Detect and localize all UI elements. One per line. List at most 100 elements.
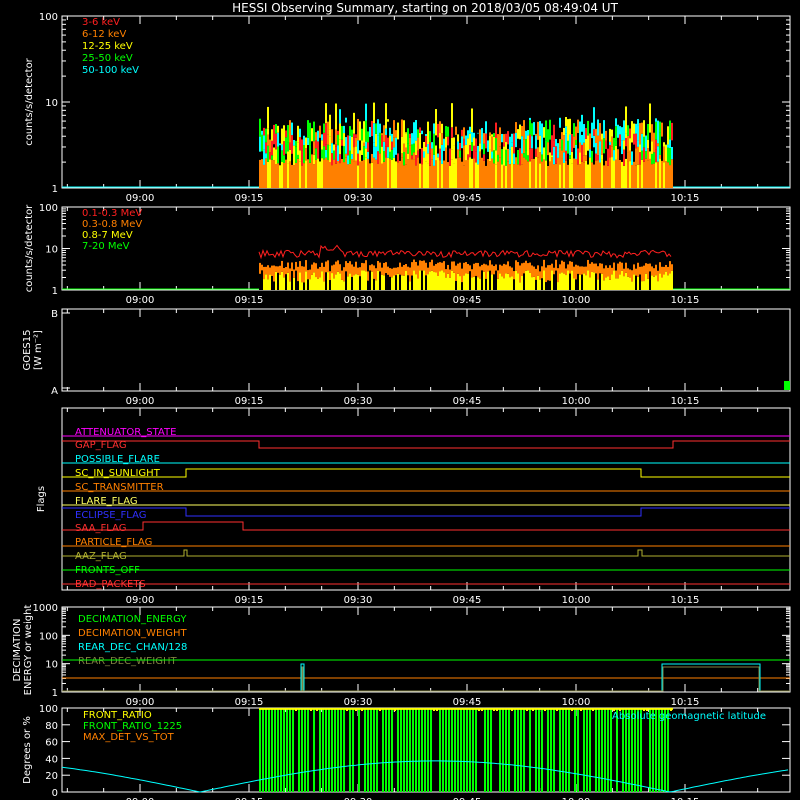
lightcurve-low-data-bar [455, 134, 457, 149]
lightcurve-low-data-bar [627, 152, 629, 162]
lightcurve-high-data-bar-mid [293, 269, 295, 278]
lightcurve-low-data-bar [469, 126, 471, 134]
lightcurve-low-data-bar [451, 149, 453, 160]
lightcurve-low-data-bar [335, 163, 337, 188]
lightcurve-high-data-bar [587, 270, 589, 290]
ratios-data-bar [286, 708, 288, 792]
lightcurve-low-data-bar [427, 144, 429, 154]
lightcurve-high-data-bar [583, 273, 585, 290]
lightcurve-high-data-bar-mid [627, 268, 629, 277]
lightcurve-low-data-bar [639, 152, 641, 165]
lightcurve-high-data-bar [339, 273, 341, 290]
lightcurve-low-data-bar [403, 165, 405, 188]
lightcurve-low-data-bar [343, 133, 345, 147]
lightcurve-low-data-bar [627, 161, 629, 188]
lightcurve-low-data-bar [477, 164, 479, 188]
lightcurve-high-data-bar-mid [305, 260, 307, 272]
lightcurve-high-data-bar [479, 278, 481, 290]
lightcurve-low-data-bar [339, 123, 341, 140]
ratios-data-bar [370, 708, 372, 792]
lightcurve-low-data-bar [503, 165, 505, 188]
ratios-data-bar [274, 708, 276, 792]
lightcurve-high-data-bar [285, 274, 287, 290]
lightcurve-low-data-bar [395, 161, 397, 188]
lightcurve-high-data-bar [665, 271, 667, 290]
ratios-data-bar [451, 708, 453, 792]
lightcurve-high-data-bar-mid [263, 266, 265, 280]
lightcurve-low-data-bar [349, 135, 351, 151]
lightcurve-high-data-bar [611, 274, 613, 290]
lightcurve-high-data-bar-mid [495, 264, 497, 271]
lightcurve-low-data-bar [573, 123, 575, 137]
ratios-data-bar [442, 708, 444, 792]
lightcurve-high-data-bar [421, 270, 423, 290]
lightcurve-low-data-bar [657, 120, 659, 144]
lightcurve-high-data-bar-mid [597, 266, 599, 280]
lightcurve-high-data-bar [605, 277, 607, 290]
lightcurve-low-data-bar [387, 147, 389, 158]
lightcurve-low-data-bar [469, 133, 471, 146]
lightcurve-low-data-bar [459, 142, 461, 151]
lightcurve-high-data-bar-mid [671, 264, 673, 271]
lightcurve-low-data-bar [423, 151, 425, 158]
lightcurve-low-data-bar [639, 123, 641, 145]
lightcurve-low-data-bar [485, 121, 487, 134]
lightcurve-high-data-bar-mid [313, 262, 315, 273]
lightcurve-low-data-bar [623, 120, 625, 141]
lightcurve-low-data-bar [543, 147, 545, 160]
lightcurve-high-data-bar [397, 273, 399, 290]
lightcurve-low-data-bar [433, 133, 435, 155]
lightcurve-low-x-tick-label: 10:15 [671, 193, 700, 204]
lightcurve-low-data-bar [525, 138, 527, 151]
lightcurve-low-data-bar [347, 164, 349, 188]
lightcurve-low-data-bar [623, 140, 625, 150]
lightcurve-high-data-bar-mid [665, 264, 667, 272]
lightcurve-low-data-bar [381, 146, 383, 164]
lightcurve-high-data-bar [313, 272, 315, 290]
lightcurve-low-data-bar [341, 145, 343, 159]
lightcurve-high-data-bar [627, 276, 629, 290]
lightcurve-low-data-bar [541, 154, 543, 162]
lightcurve-high-data-bar [331, 273, 333, 290]
lightcurve-high-data-bar [351, 276, 353, 290]
lightcurve-high-data-bar [613, 270, 615, 290]
lightcurve-high-data-bar-mid [483, 263, 485, 272]
lightcurve-low-data-spike [529, 117, 531, 121]
lightcurve-low-data-bar [299, 161, 301, 188]
lightcurve-high-data-bar [487, 271, 489, 290]
lightcurve-low-data-bar [481, 134, 483, 150]
lightcurve-low-data-bar [397, 139, 399, 154]
lightcurve-low-data-bar [411, 144, 413, 156]
lightcurve-low-data-bar [663, 162, 665, 188]
ratios-data-bar [562, 708, 564, 792]
lightcurve-low-data-bar [441, 144, 443, 164]
lightcurve-low-data-bar [669, 148, 671, 166]
lightcurve-low-data-bar [279, 129, 281, 144]
lightcurve-high-data-bar [557, 282, 559, 290]
decimation-legend-entry: DECIMATION_WEIGHT [78, 628, 187, 639]
lightcurve-low-data-bar [635, 133, 637, 149]
lightcurve-high-data-bar [293, 277, 295, 290]
lightcurve-low-y-tick-label: 10 [45, 98, 58, 109]
lightcurve-low-data-bar [601, 133, 603, 140]
ratios-data-bar [448, 708, 450, 792]
lightcurve-high-data-bar-mid [579, 266, 581, 275]
lightcurve-high-data-bar-mid [443, 261, 445, 273]
lightcurve-high-data-bar-mid [467, 263, 469, 274]
lightcurve-high-data-bar [619, 274, 621, 290]
decimation-x-tick-label: 09:00 [126, 697, 155, 708]
lightcurve-low-data-bar [309, 122, 311, 136]
lightcurve-low-data-bar [617, 158, 619, 188]
lightcurve-low-data-bar [337, 134, 339, 146]
lightcurve-high-data-bar-mid [457, 263, 459, 274]
lightcurve-low-data-bar [337, 145, 339, 161]
lightcurve-low-data-bar [607, 137, 609, 149]
lightcurve-low-data-bar [517, 149, 519, 165]
lightcurve-low-data-bar [421, 130, 423, 135]
lightcurve-low-data-bar [601, 139, 603, 155]
lightcurve-low-data-bar [501, 164, 503, 188]
ratios-data-bar [358, 708, 360, 792]
lightcurve-low-data-bar [517, 164, 519, 188]
ratios-data-bar [334, 708, 336, 792]
lightcurve-high-data-bar-mid [329, 271, 331, 281]
